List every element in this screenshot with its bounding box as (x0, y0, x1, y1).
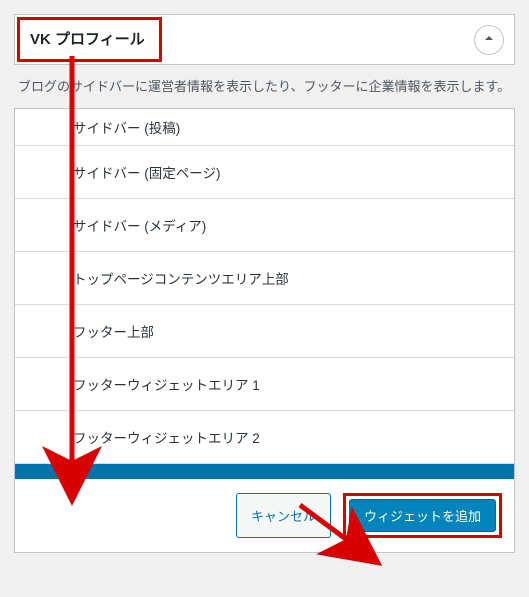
area-list-scroll[interactable]: サイドバー (投稿) サイドバー (固定ページ) サイドバー (メディア) トッ… (15, 109, 514, 479)
dialog-footer: キャンセル ウィジェットを追加 (15, 479, 514, 552)
list-item-label: フッターウィジェットエリア 1 (73, 378, 260, 393)
collapse-toggle-button[interactable] (474, 25, 504, 55)
list-item-label: サイドバー (メディア) (73, 219, 206, 234)
add-widget-button[interactable]: ウィジェットを追加 (349, 499, 496, 532)
list-item-label: サイドバー (投稿) (73, 121, 180, 136)
list-item[interactable]: サイドバー (メディア) (15, 199, 514, 252)
add-highlight-frame: ウィジェットを追加 (343, 493, 502, 538)
area-list-container: サイドバー (投稿) サイドバー (固定ページ) サイドバー (メディア) トッ… (14, 108, 515, 553)
list-item-selected[interactable]: フッターウィジェットエリア 3 (15, 464, 514, 479)
widget-header-box: VK プロフィール (14, 14, 515, 65)
list-item[interactable]: フッターウィジェットエリア 1 (15, 358, 514, 411)
list-item-label: サイドバー (固定ページ) (73, 166, 220, 181)
title-highlight-frame: VK プロフィール (17, 17, 162, 62)
list-item[interactable]: フッター上部 (15, 305, 514, 358)
widget-header: VK プロフィール (15, 15, 514, 64)
list-item-label: フッターウィジェットエリア 2 (73, 431, 260, 446)
cancel-button[interactable]: キャンセル (236, 493, 331, 538)
widget-title: VK プロフィール (30, 31, 145, 48)
list-item[interactable]: サイドバー (投稿) (15, 109, 514, 146)
list-item[interactable]: トップページコンテンツエリア上部 (15, 252, 514, 305)
chevron-up-icon (483, 32, 495, 47)
list-item-label: トップページコンテンツエリア上部 (73, 272, 289, 287)
list-item[interactable]: サイドバー (固定ページ) (15, 146, 514, 199)
list-item-label: フッター上部 (73, 325, 154, 340)
widget-description: ブログのサイドバーに運営者情報を表示したり、フッターに企業情報を表示します。 (18, 77, 511, 98)
list-item[interactable]: フッターウィジェットエリア 2 (15, 411, 514, 464)
